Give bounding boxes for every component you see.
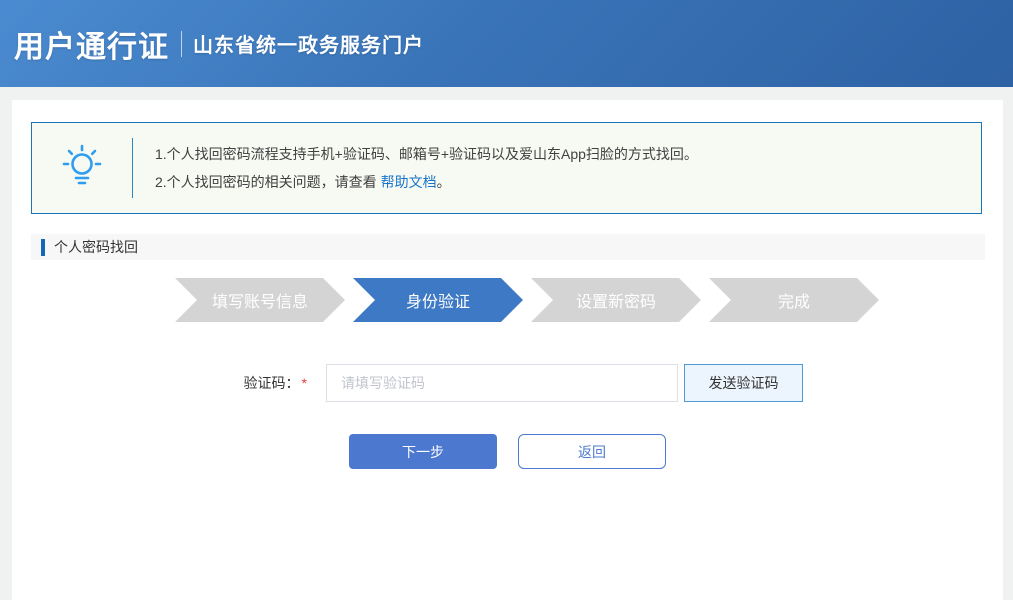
verification-code-label-text: 验证码： bbox=[244, 375, 300, 391]
page-header: 用户通行证 山东省统一政务服务门户 bbox=[0, 0, 1013, 87]
section-title: 个人密码找回 bbox=[54, 237, 138, 257]
step-progress: 填写账号信息 身份验证 设置新密码 完成 bbox=[175, 278, 879, 322]
step-fill-account-info: 填写账号信息 bbox=[175, 278, 345, 322]
section-title-bar: 个人密码找回 bbox=[31, 234, 985, 260]
brand-divider bbox=[181, 31, 182, 57]
password-recovery-page: 用户通行证 山东省统一政务服务门户 bbox=[0, 0, 1013, 600]
back-button[interactable]: 返回 bbox=[518, 434, 666, 469]
verification-code-input[interactable] bbox=[326, 364, 678, 402]
brand-subtitle: 山东省统一政务服务门户 bbox=[193, 29, 424, 58]
send-code-button[interactable]: 发送验证码 bbox=[684, 364, 803, 402]
step-complete: 完成 bbox=[709, 278, 879, 322]
brand-title: 用户通行证 bbox=[14, 22, 169, 66]
notice-line-2-suffix: 。 bbox=[437, 174, 451, 190]
notice-line-1: 1.个人找回密码流程支持手机+验证码、邮箱号+验证码以及爱山东App扫脸的方式找… bbox=[155, 140, 698, 168]
verification-code-row: 验证码：* 发送验证码 bbox=[12, 364, 1003, 402]
notice-text: 1.个人找回密码流程支持手机+验证码、邮箱号+验证码以及爱山东App扫脸的方式找… bbox=[133, 140, 698, 196]
brand-block: 用户通行证 山东省统一政务服务门户 bbox=[0, 22, 424, 66]
content-card: 1.个人找回密码流程支持手机+验证码、邮箱号+验证码以及爱山东App扫脸的方式找… bbox=[12, 100, 1003, 600]
notice-line-2-text: 2.个人找回密码的相关问题，请查看 bbox=[155, 174, 381, 190]
notice-box: 1.个人找回密码流程支持手机+验证码、邮箱号+验证码以及爱山东App扫脸的方式找… bbox=[31, 122, 982, 214]
step-set-new-password: 设置新密码 bbox=[531, 278, 701, 322]
lightbulb-icon bbox=[61, 143, 103, 194]
step-identity-verification: 身份验证 bbox=[353, 278, 523, 322]
next-step-button[interactable]: 下一步 bbox=[349, 434, 497, 469]
verification-code-label: 验证码：* bbox=[112, 364, 307, 402]
notice-icon-wrap bbox=[32, 143, 132, 194]
help-doc-link[interactable]: 帮助文档 bbox=[381, 174, 437, 190]
section-marker bbox=[41, 239, 45, 256]
action-buttons: 下一步 返回 bbox=[12, 434, 1003, 469]
notice-line-2: 2.个人找回密码的相关问题，请查看 帮助文档。 bbox=[155, 168, 698, 196]
required-asterisk: * bbox=[302, 375, 307, 391]
